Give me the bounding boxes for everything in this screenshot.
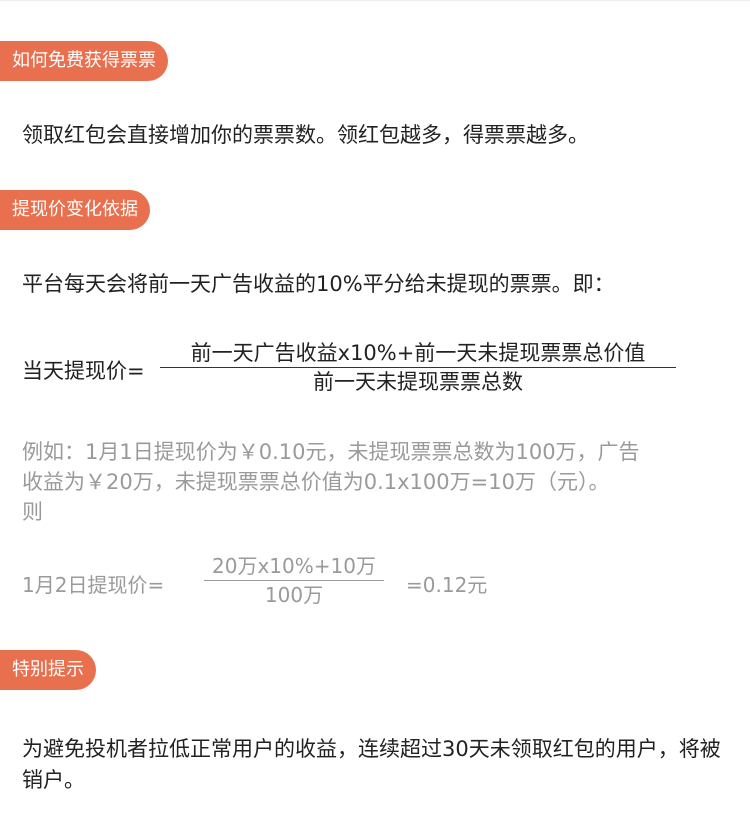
example-formula-result: =0.12元 bbox=[406, 573, 488, 597]
example-line-2: 收益为￥20万，未提现票票总价值为0.1x100万=10万（元）。 bbox=[22, 470, 610, 494]
section-tag-notice: 特别提示 bbox=[0, 650, 96, 690]
notice-text: 为避免投机者拉低正常用户的收益，连续超过30天未领取红包的用户，将被销户。 bbox=[22, 737, 721, 792]
example-formula-fraction: 20万x10%+10万 100万 bbox=[204, 553, 384, 610]
formula-denominator: 前一天未提现票票总数 bbox=[313, 370, 523, 394]
section-tag-price-basis: 提现价变化依据 bbox=[0, 190, 150, 230]
example-formula-lhs: 1月2日提现价= bbox=[22, 573, 165, 597]
top-divider bbox=[0, 0, 750, 1]
example-line-3: 则 bbox=[22, 500, 43, 524]
formula-lhs: 当天提现价= bbox=[22, 359, 145, 383]
example-line-1: 例如：1月1日提现价为￥0.10元，未提现票票总数为100万，广告 bbox=[22, 440, 640, 464]
section-tag-how-to-get: 如何免费获得票票 bbox=[0, 41, 168, 81]
how-to-get-text: 领取红包会直接增加你的票票数。领红包越多，得票票越多。 bbox=[22, 123, 589, 147]
example-formula-numerator: 20万x10%+10万 bbox=[212, 554, 376, 578]
page: 如何免费获得票票 领取红包会直接增加你的票票数。领红包越多，得票票越多。 提现价… bbox=[0, 0, 750, 828]
example-text: 例如：1月1日提现价为￥0.10元，未提现票票总数为100万，广告 收益为￥20… bbox=[22, 437, 728, 527]
formula-fraction: 前一天广告收益x10%+前一天未提现票票总价值 前一天未提现票票总数 bbox=[160, 340, 676, 397]
price-basis-text: 平台每天会将前一天广告收益的10%平分给未提现的票票。即： bbox=[22, 272, 615, 296]
formula-numerator: 前一天广告收益x10%+前一天未提现票票总价值 bbox=[190, 341, 646, 365]
example-formula-denominator: 100万 bbox=[264, 583, 324, 607]
